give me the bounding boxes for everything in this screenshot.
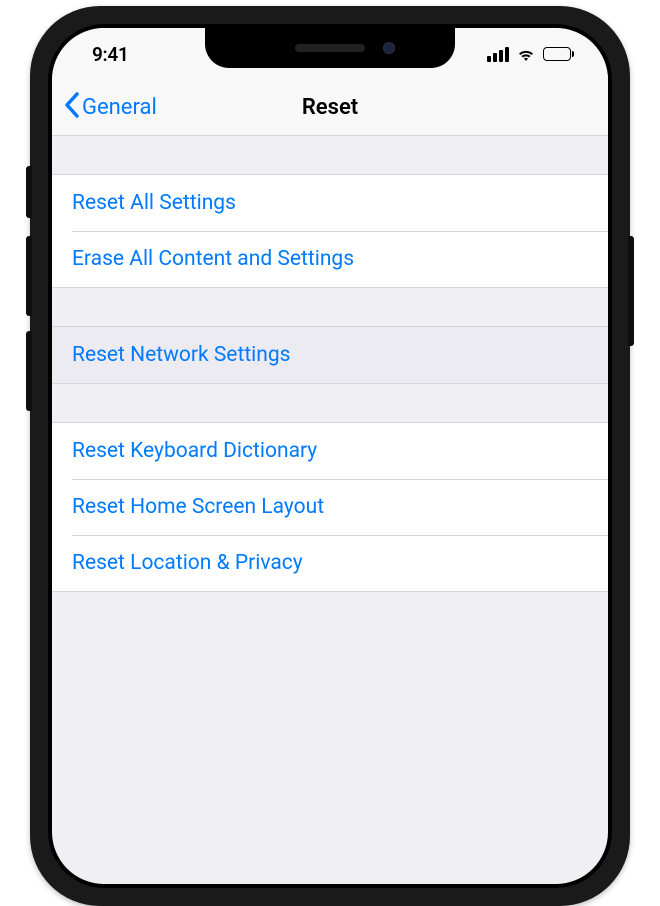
list-item-label: Reset Keyboard Dictionary	[72, 439, 317, 463]
group-spacer	[52, 592, 608, 622]
back-button[interactable]: General	[64, 92, 157, 124]
battery-icon	[543, 47, 575, 61]
cellular-signal-icon	[487, 47, 509, 62]
volume-down-button[interactable]	[26, 331, 32, 411]
list-item-label: Reset Network Settings	[72, 343, 291, 367]
reset-all-settings-item[interactable]: Reset All Settings	[52, 175, 608, 231]
speaker-grille	[295, 44, 365, 52]
volume-up-button[interactable]	[26, 236, 32, 316]
chevron-left-icon	[64, 92, 82, 124]
wifi-icon	[516, 47, 536, 62]
erase-all-content-item[interactable]: Erase All Content and Settings	[52, 231, 608, 287]
group-spacer	[52, 136, 608, 174]
reset-home-screen-layout-item[interactable]: Reset Home Screen Layout	[52, 479, 608, 535]
status-icons	[487, 47, 575, 62]
phone-frame: 9:41	[30, 6, 630, 906]
list-item-label: Reset Location & Privacy	[72, 551, 303, 575]
navigation-bar: General Reset	[52, 80, 608, 136]
front-camera	[383, 42, 395, 54]
reset-network-settings-item[interactable]: Reset Network Settings	[52, 327, 608, 383]
reset-location-privacy-item[interactable]: Reset Location & Privacy	[52, 535, 608, 591]
list-item-label: Reset Home Screen Layout	[72, 495, 324, 519]
back-button-label: General	[82, 95, 157, 120]
reset-settings-list: Reset All Settings Erase All Content and…	[52, 136, 608, 622]
phone-bezel: 9:41	[48, 24, 612, 888]
status-time: 9:41	[92, 43, 129, 66]
list-group: Reset Network Settings	[52, 326, 608, 384]
list-group: Reset All Settings Erase All Content and…	[52, 174, 608, 288]
list-item-label: Reset All Settings	[72, 191, 236, 215]
phone-notch	[205, 28, 455, 68]
reset-keyboard-dictionary-item[interactable]: Reset Keyboard Dictionary	[52, 423, 608, 479]
group-spacer	[52, 384, 608, 422]
power-button[interactable]	[628, 236, 634, 346]
page-title: Reset	[302, 95, 358, 120]
phone-screen: 9:41	[52, 28, 608, 884]
list-item-label: Erase All Content and Settings	[72, 247, 354, 271]
list-group: Reset Keyboard Dictionary Reset Home Scr…	[52, 422, 608, 592]
group-spacer	[52, 288, 608, 326]
